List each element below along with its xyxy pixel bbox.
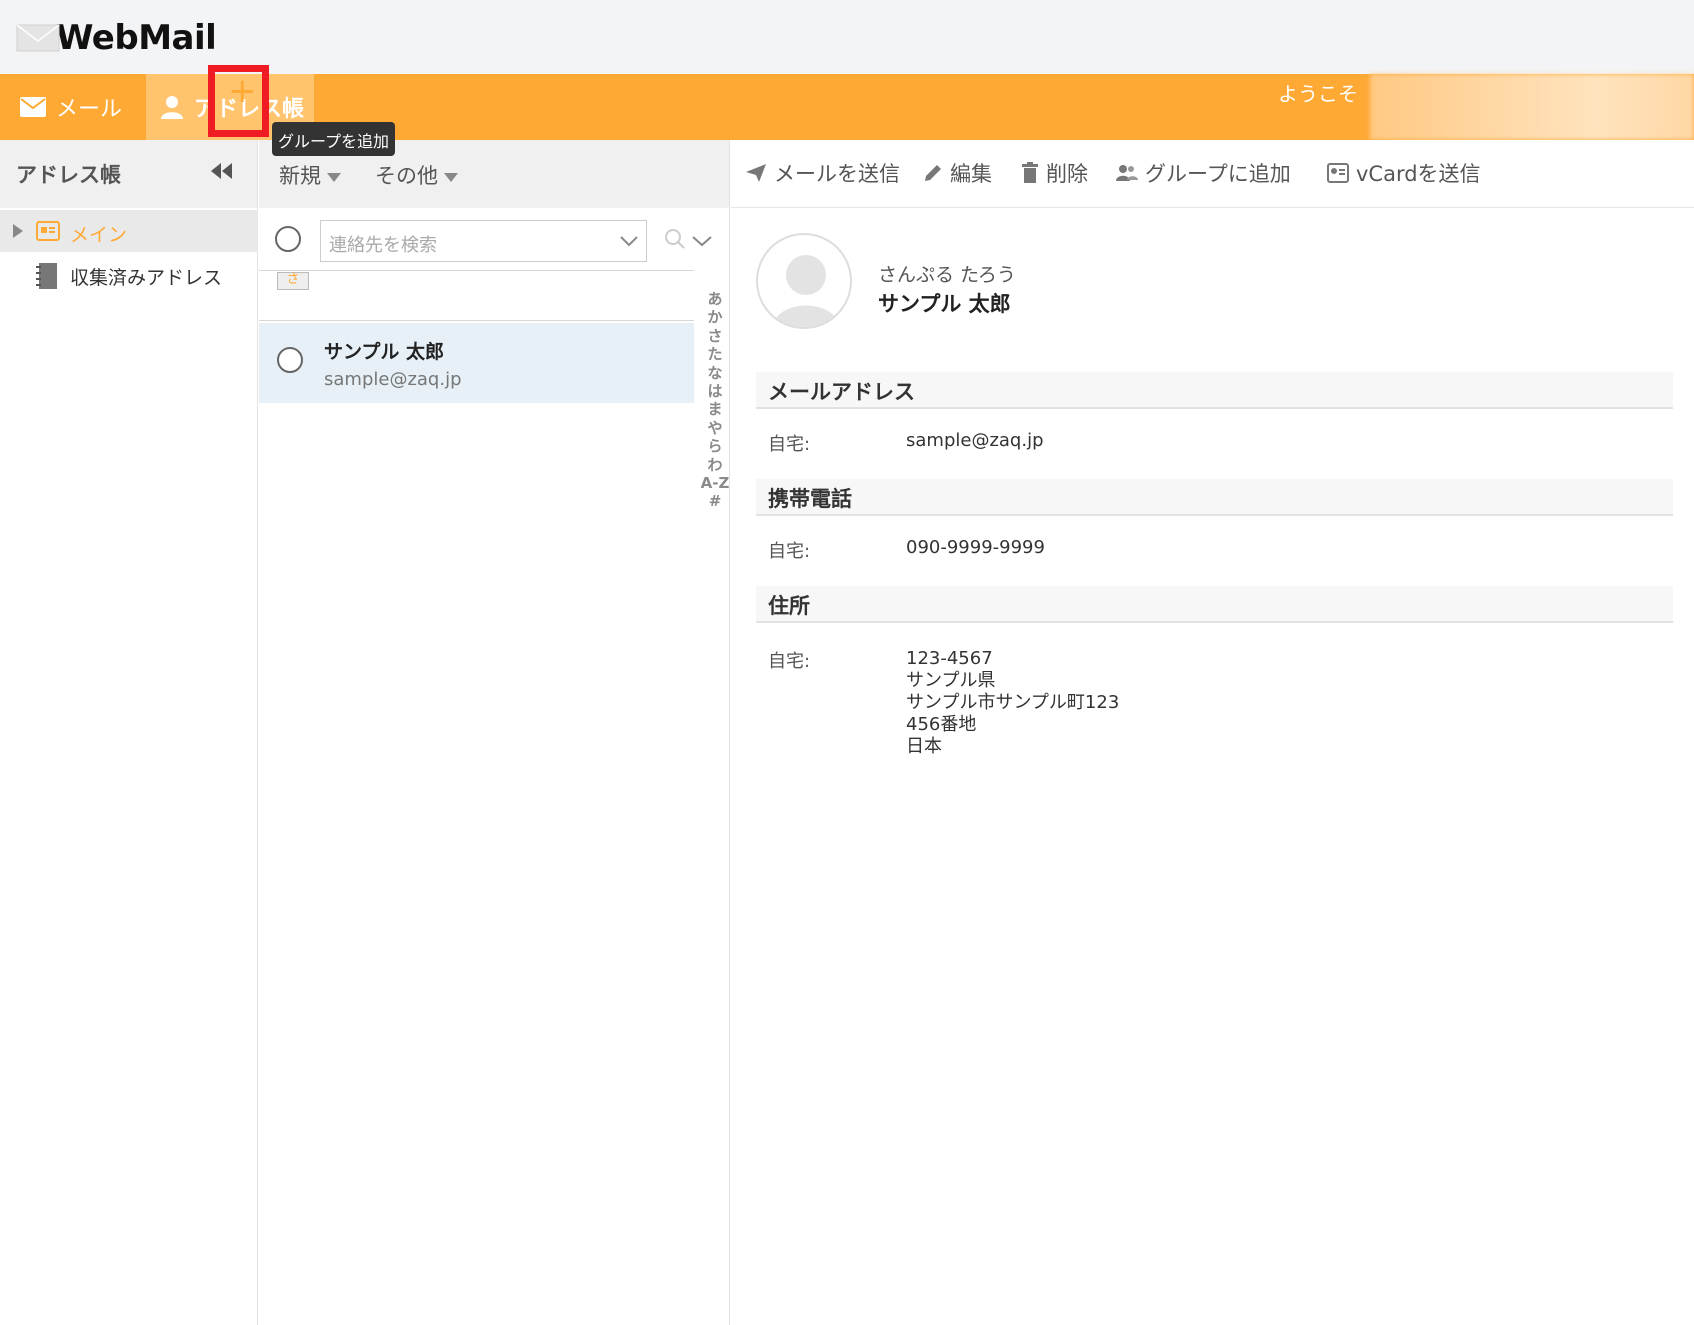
delete-button[interactable]: 削除 xyxy=(1021,158,1088,188)
mobile-field-value[interactable]: 090-9999-9999 xyxy=(906,537,1045,559)
alphabet-index: あかさたなはまやらわ A-Z # xyxy=(700,290,730,511)
edit-button[interactable]: 編集 xyxy=(923,158,992,188)
logo[interactable]: WebMail xyxy=(16,18,217,58)
section-mobile-title: 携帯電話 xyxy=(756,479,1673,516)
address-field-label: 自宅: xyxy=(768,651,811,672)
envelope-icon xyxy=(20,97,46,117)
addressbook-item-label: 収集済みアドレス xyxy=(70,267,223,289)
alphabet-index-item[interactable]: あ xyxy=(707,290,722,308)
logo-text: WebMail xyxy=(56,18,217,58)
addressbook-item-label: メイン xyxy=(70,224,128,246)
sidebar-header: アドレス帳 xyxy=(0,140,257,208)
contact-list-panel: 新規 その他 連絡先を検索 さ サンプル 太郎 sample@zaq.jp あか… xyxy=(259,140,730,1325)
person-silhouette-icon xyxy=(772,255,840,327)
add-group-tooltip: グループを追加 xyxy=(272,122,396,156)
tab-mail-label: メール xyxy=(56,97,123,122)
edit-label: 編集 xyxy=(950,162,992,186)
person-icon xyxy=(160,95,184,119)
collapse-icon[interactable] xyxy=(210,162,234,184)
contact-search-input[interactable]: 連絡先を検索 xyxy=(320,220,647,262)
address-line: サンプル市サンプル町123 xyxy=(906,692,1120,713)
pencil-icon xyxy=(923,163,943,183)
address-line: 456番地 xyxy=(906,714,977,735)
other-menu-button[interactable]: その他 xyxy=(375,160,458,190)
other-menu-label: その他 xyxy=(375,164,438,188)
paper-plane-icon xyxy=(745,163,767,183)
trash-icon xyxy=(1021,162,1039,184)
send-mail-button[interactable]: メールを送信 xyxy=(745,158,900,188)
mobile-field-label: 自宅: xyxy=(768,541,811,562)
envelope-logo-icon xyxy=(16,23,60,53)
letter-group-badge: さ xyxy=(277,272,309,290)
contact-list-name: サンプル 太郎 xyxy=(324,341,445,363)
welcome-text: ようこそ xyxy=(1278,82,1358,106)
alphabet-index-item[interactable]: は xyxy=(707,382,722,400)
addressbook-sidebar: アドレス帳 メイン 収集済みアドレス xyxy=(0,140,258,1325)
alphabet-index-item[interactable]: か xyxy=(707,308,722,326)
search-row: 連絡先を検索 xyxy=(259,218,730,268)
address-line: 123-4567 xyxy=(906,648,993,669)
email-field-value[interactable]: sample@zaq.jp xyxy=(906,430,1044,452)
addressbook-item-main[interactable]: メイン xyxy=(0,210,258,252)
contact-avatar xyxy=(756,233,852,329)
section-address-title: 住所 xyxy=(756,586,1673,623)
address-line: サンプル県 xyxy=(906,670,996,691)
new-menu-button[interactable]: 新規 xyxy=(279,160,341,190)
alphabet-index-item[interactable]: な xyxy=(707,364,722,382)
address-line: 日本 xyxy=(906,736,942,757)
alphabet-index-item[interactable]: や xyxy=(707,419,722,437)
caret-down-icon xyxy=(444,163,458,187)
contact-detail-panel: メールを送信 編集 削除 グループに追加 vCardを送信 さんぷる たろう サ… xyxy=(731,140,1694,1325)
detail-toolbar: メールを送信 編集 削除 グループに追加 vCardを送信 xyxy=(731,140,1694,208)
sidebar-title: アドレス帳 xyxy=(16,163,121,187)
send-vcard-label: vCardを送信 xyxy=(1356,162,1481,186)
search-icon[interactable] xyxy=(664,228,686,254)
contact-list-email: sample@zaq.jp xyxy=(324,369,462,390)
contact-card-icon xyxy=(36,221,60,245)
search-placeholder: 連絡先を検索 xyxy=(329,235,437,256)
chevron-down-icon[interactable] xyxy=(620,231,638,252)
address-field-value: 123-4567 サンプル県 サンプル市サンプル町123 456番地 日本 xyxy=(906,648,1119,758)
caret-down-icon xyxy=(327,163,341,187)
send-vcard-button[interactable]: vCardを送信 xyxy=(1327,158,1481,188)
contact-list-item[interactable]: サンプル 太郎 sample@zaq.jp xyxy=(259,323,694,403)
tab-mail[interactable]: メール xyxy=(0,74,146,140)
alphabet-index-item[interactable]: さ xyxy=(707,327,722,345)
alphabet-index-item[interactable]: # xyxy=(709,492,722,510)
alphabet-index-item[interactable]: ま xyxy=(707,400,722,418)
alphabet-index-item[interactable]: わ xyxy=(707,456,722,474)
list-divider xyxy=(259,320,694,321)
username-blurred[interactable] xyxy=(1370,74,1694,140)
section-email-title: メールアドレス xyxy=(756,372,1673,409)
alphabet-index-item[interactable]: A-Z xyxy=(701,474,730,492)
add-group-button[interactable]: + xyxy=(228,74,257,108)
select-all-checkbox[interactable] xyxy=(275,226,301,252)
contact-select-checkbox[interactable] xyxy=(277,347,303,373)
new-menu-label: 新規 xyxy=(279,164,321,188)
search-options-chevron-icon[interactable] xyxy=(692,232,712,251)
group-icon xyxy=(1116,164,1138,182)
alphabet-index-item[interactable]: た xyxy=(707,345,722,363)
vcard-icon xyxy=(1327,163,1349,183)
app-header: WebMail xyxy=(0,0,1694,74)
contact-kana: さんぷる たろう xyxy=(878,264,1016,286)
send-mail-label: メールを送信 xyxy=(774,162,900,186)
add-to-group-button[interactable]: グループに追加 xyxy=(1116,158,1291,188)
list-divider xyxy=(259,270,694,271)
add-to-group-label: グループに追加 xyxy=(1145,162,1291,186)
notebook-icon xyxy=(36,262,58,294)
alphabet-index-item[interactable]: ら xyxy=(707,437,722,455)
delete-label: 削除 xyxy=(1046,162,1088,186)
expand-arrow-icon[interactable] xyxy=(12,223,24,243)
contact-name: サンプル 太郎 xyxy=(878,292,1011,316)
email-field-label: 自宅: xyxy=(768,434,811,455)
addressbook-item-collected[interactable]: 収集済みアドレス xyxy=(0,255,258,297)
